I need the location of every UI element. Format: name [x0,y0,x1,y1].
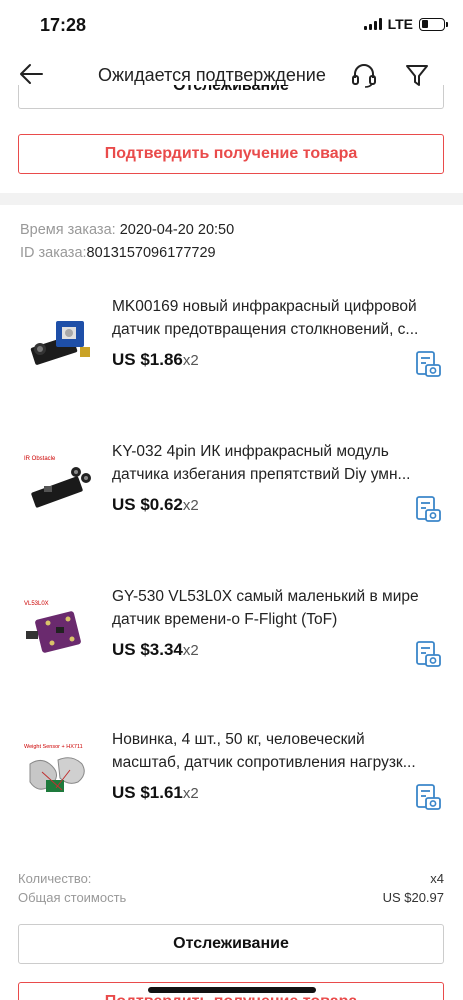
page-title: Ожидается подтверждение [98,65,326,85]
item-qty: x2 [182,642,199,659]
tracking-button[interactable]: Отслеживание [18,924,444,964]
signal-icon [363,18,382,30]
item-qty: x2 [182,497,199,514]
product-thumbnail[interactable]: IR Obstacle [22,446,100,524]
item-price: US $3.34x2 [112,640,199,659]
order-time-value: 2020-04-20 20:50 [119,222,235,238]
nav-header: Ожидается подтверждение [0,50,463,98]
photo-review-icon[interactable] [414,640,442,668]
filter-icon[interactable] [404,62,430,88]
photo-review-icon[interactable] [414,783,442,811]
back-arrow-icon[interactable] [18,62,44,86]
item-price: US $0.62x2 [112,495,199,514]
home-indicator[interactable] [148,987,316,993]
total-label: Общая стоимость [18,890,127,905]
item-title[interactable]: Новинка, 4 шт., 50 кг, человеческий масш… [112,728,442,774]
order-item[interactable]: Weight Sensor + HX711 Новинка, 4 шт., 50… [0,728,463,868]
status-indicators: LTE [363,16,448,32]
svg-text:VL53L0X: VL53L0X [24,601,49,607]
item-price: US $1.61x2 [112,783,199,802]
status-bar: 17:28 LTE [0,0,463,50]
svg-text:Weight Sensor + HX711: Weight Sensor + HX711 [24,744,83,750]
order-time: Время заказа: 2020-04-20 20:50 [20,222,234,238]
photo-review-icon[interactable] [414,495,442,523]
quantity-label: Количество: [18,871,92,886]
order-id-value: 8013157096177729 [86,245,216,261]
headset-icon[interactable] [350,62,378,88]
section-divider [0,193,463,205]
order-item[interactable]: IR Obstacle KY-032 4pin ИК инфракрасный … [0,440,463,580]
confirm-receipt-button[interactable]: Подтвердить получение товара [18,134,444,174]
item-title[interactable]: GY-530 VL53L0X самый маленький в мире да… [112,585,442,631]
product-thumbnail[interactable] [22,301,100,379]
item-title[interactable]: KY-032 4pin ИК инфракрасный модуль датчи… [112,440,442,486]
battery-icon [419,17,448,31]
item-title[interactable]: MK00169 новый инфракрасный цифровой датч… [112,295,442,341]
photo-review-icon[interactable] [414,350,442,378]
item-qty: x2 [182,352,199,369]
network-label: LTE [387,16,413,32]
order-time-label: Время заказа: [20,222,116,238]
quantity-value: x4 [430,871,444,886]
item-qty: x2 [182,785,199,802]
total-value: US $20.97 [382,890,444,905]
item-price: US $1.86x2 [112,350,199,369]
order-id: ID заказа:8013157096177729 [20,245,216,261]
svg-text:IR Obstacle: IR Obstacle [24,456,56,462]
order-id-label: ID заказа: [20,245,87,261]
product-thumbnail[interactable]: Weight Sensor + HX711 [22,734,100,812]
order-item[interactable]: MK00169 новый инфракрасный цифровой датч… [0,295,463,435]
status-time: 17:28 [40,15,87,35]
quantity-summary: Количество: x4 [18,871,444,886]
product-thumbnail[interactable]: VL53L0X [22,591,100,669]
total-summary: Общая стоимость US $20.97 [18,890,444,905]
order-item[interactable]: VL53L0X GY-530 VL53L0X самый маленький в… [0,585,463,725]
